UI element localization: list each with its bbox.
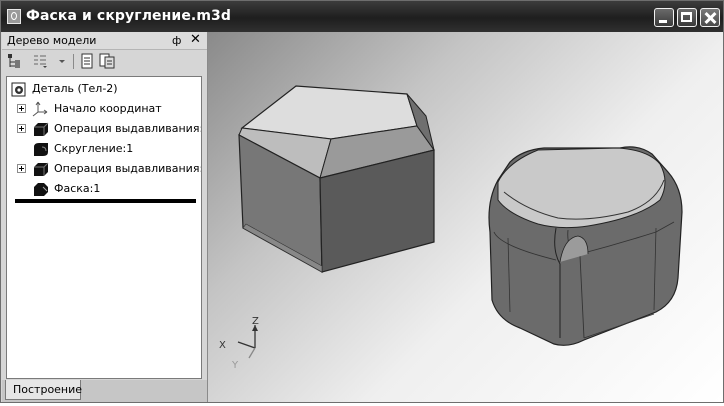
minimize-button[interactable] — [654, 8, 674, 27]
filleted-body[interactable] — [488, 146, 683, 346]
model-viewport[interactable]: Z X Y — [208, 32, 723, 402]
app-window: Фаска и скругление.m3d Дерево модели ф ✕ — [0, 0, 724, 403]
tree-item-label: Операция выдавливания:1 — [54, 122, 202, 135]
axis-triad: Z X Y — [219, 316, 259, 371]
tab-label: Построение — [13, 383, 83, 396]
rollback-bar[interactable] — [15, 199, 196, 203]
title-bar[interactable]: Фаска и скругление.m3d — [1, 1, 723, 32]
panel-title: Дерево модели — [7, 34, 97, 47]
model-tree-panel: Дерево модели ф ✕ Деталь (Тел-2) Начало … — [2, 32, 208, 402]
chamfer-icon — [32, 181, 49, 197]
pin-icon[interactable]: ф — [172, 34, 181, 47]
axis-y-label: Y — [231, 360, 239, 371]
view-mode-icon[interactable] — [32, 53, 48, 69]
tree-item-label: Начало координат — [54, 102, 162, 115]
expand-icon[interactable] — [17, 104, 26, 113]
fillet-icon — [32, 141, 49, 157]
app-icon[interactable] — [7, 9, 21, 24]
tree-item-extrusion-1[interactable]: Операция выдавливания:1 — [17, 120, 202, 138]
toolbar-separator — [73, 54, 74, 69]
axis-x-label: X — [219, 340, 226, 351]
scene: Z X Y — [219, 85, 683, 371]
extrusion-icon — [32, 161, 49, 177]
close-button[interactable] — [700, 8, 720, 27]
dropdown-arrow-icon[interactable] — [54, 53, 65, 69]
chamfered-body[interactable] — [238, 85, 435, 274]
part-icon — [11, 81, 28, 97]
properties-icon[interactable] — [79, 53, 95, 69]
axis-z-label: Z — [252, 316, 259, 327]
panel-close-icon[interactable]: ✕ — [190, 32, 201, 47]
tree-item-chamfer[interactable]: Фаска:1 — [17, 180, 199, 198]
tree-structure-icon[interactable] — [7, 53, 23, 69]
tree-root[interactable]: Деталь (Тел-2) — [11, 80, 199, 98]
tree-item-origin[interactable]: Начало координат — [17, 100, 199, 118]
tab-construction[interactable]: Построение — [5, 380, 83, 400]
tree-item-fillet[interactable]: Скругление:1 — [17, 140, 199, 158]
tree-item-label: Операция выдавливания:2 — [54, 162, 202, 175]
copy-properties-icon[interactable] — [99, 53, 115, 69]
tree-item-label: Фаска:1 — [54, 182, 101, 195]
tree-item-extrusion-2[interactable]: Операция выдавливания:2 — [17, 160, 202, 178]
tree-item-label: Скругление:1 — [54, 142, 134, 155]
coordinate-origin-icon — [32, 101, 49, 117]
extrusion-icon — [32, 121, 49, 137]
expand-icon[interactable] — [17, 164, 26, 173]
panel-header: Дерево модели ф ✕ — [2, 32, 207, 50]
maximize-button[interactable] — [677, 8, 697, 27]
window-title: Фаска и скругление.m3d — [26, 8, 231, 24]
expand-icon[interactable] — [17, 124, 26, 133]
panel-tab-bar: Построение — [2, 380, 207, 402]
model-tree: Деталь (Тел-2) Начало координат Операция… — [6, 76, 202, 379]
tree-root-label: Деталь (Тел-2) — [32, 82, 118, 95]
panel-toolbar — [2, 50, 207, 74]
